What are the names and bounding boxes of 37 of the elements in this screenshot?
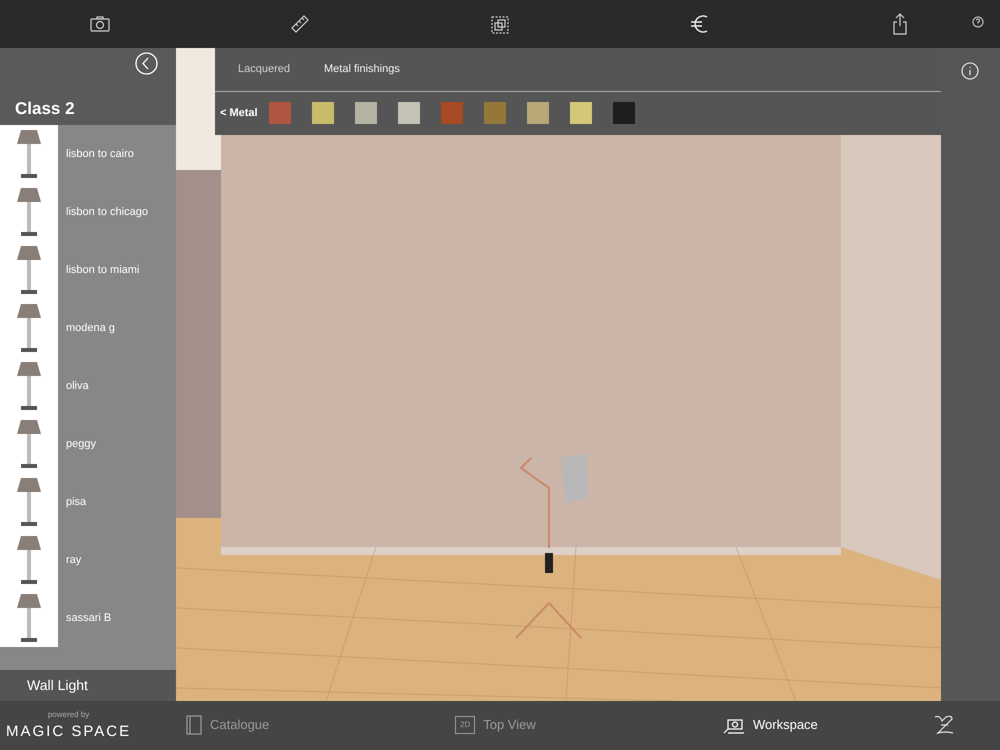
help-icon[interactable] (972, 16, 984, 28)
color-swatch[interactable] (354, 102, 377, 124)
brand-logo-text: MAGIC SPACE (6, 722, 132, 742)
book-icon (186, 715, 202, 735)
color-swatch[interactable] (570, 102, 592, 124)
nav-tab[interactable]: 2D Top View (455, 715, 536, 734)
layers-icon[interactable] (491, 16, 509, 34)
share-icon[interactable] (892, 13, 908, 35)
finish-tab[interactable]: Metal finishings (311, 61, 413, 78)
powered-by-text: powered by (48, 709, 90, 721)
color-swatch[interactable] (484, 102, 506, 124)
lamp-icon (15, 476, 43, 528)
back-link[interactable]: < Metal (220, 104, 258, 122)
2d-badge: 2D (455, 716, 476, 734)
color-swatch[interactable] (312, 102, 334, 124)
lamp-icon (15, 128, 43, 180)
color-swatch[interactable] (612, 102, 635, 124)
lamp-icon (15, 186, 43, 238)
signature-logo-icon[interactable] (932, 713, 956, 737)
color-swatch[interactable] (440, 102, 463, 124)
lamp-icon (15, 244, 43, 296)
lamp-icon (15, 360, 43, 412)
color-swatch[interactable] (398, 102, 420, 124)
lamp-icon (15, 592, 43, 644)
lamp-icon (15, 302, 43, 354)
color-swatch[interactable] (268, 102, 291, 124)
nav-tab[interactable]: Workspace (723, 715, 818, 734)
ruler-icon[interactable] (290, 14, 310, 34)
lamp-icon (15, 534, 43, 586)
color-swatch[interactable] (526, 102, 549, 124)
lamp-icon (15, 418, 43, 470)
back-icon[interactable] (135, 52, 158, 75)
sidebar-title: Class 2 (15, 98, 75, 120)
camera-icon[interactable] (90, 16, 110, 32)
nav-tab[interactable]: Catalogue (186, 715, 270, 735)
finish-tab[interactable]: Lacquered (225, 61, 303, 78)
info-icon[interactable] (961, 62, 979, 80)
